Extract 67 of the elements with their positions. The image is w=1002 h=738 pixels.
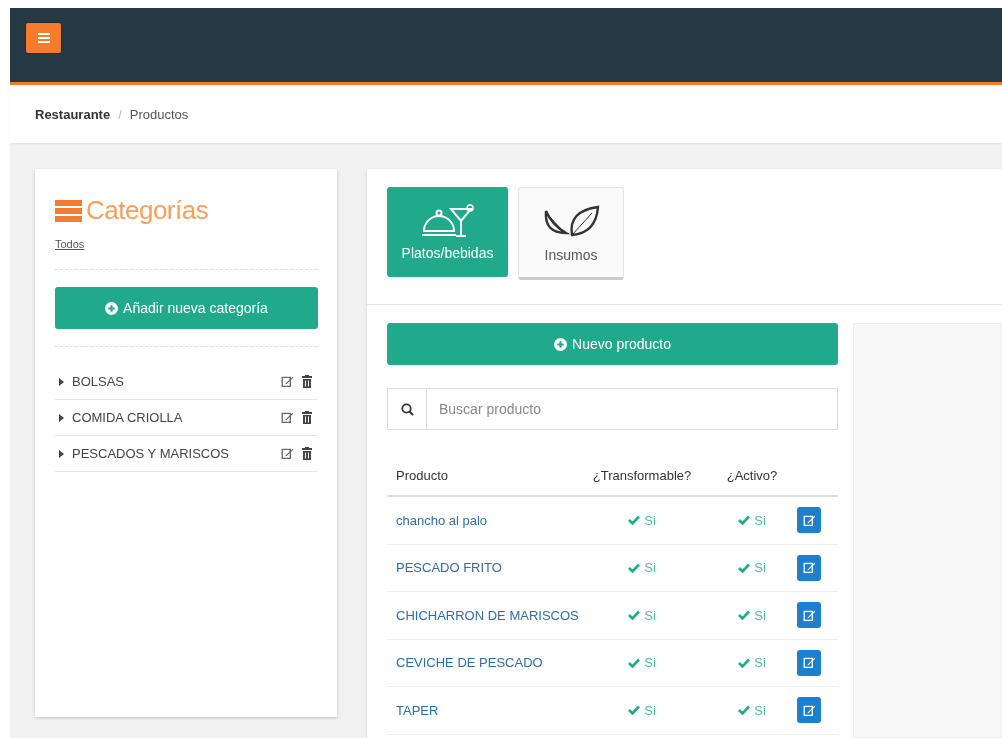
category-name[interactable]: COMIDA CRIOLLA <box>72 410 273 425</box>
status-label: Si <box>577 512 707 528</box>
status-label: Si <box>577 702 707 718</box>
trash-icon[interactable] <box>302 411 312 424</box>
check-icon <box>738 562 751 573</box>
check-icon <box>738 515 751 526</box>
check-icon <box>738 610 751 621</box>
product-link[interactable]: CEVICHE DE PESCADO <box>387 655 577 671</box>
caret-right-icon[interactable] <box>59 413 64 422</box>
edit-button[interactable] <box>797 697 821 724</box>
check-icon <box>628 515 641 526</box>
status-label: Si <box>577 560 707 576</box>
edit-button[interactable] <box>797 602 821 629</box>
category-name[interactable]: BOLSAS <box>72 374 273 389</box>
caret-right-icon[interactable] <box>59 449 64 458</box>
check-icon <box>628 610 641 621</box>
product-link[interactable]: PESCADO FRITO <box>387 560 577 576</box>
edit-button[interactable] <box>797 507 821 534</box>
edit-icon[interactable] <box>802 608 816 622</box>
check-icon <box>738 657 751 668</box>
breadcrumb-item: Productos <box>129 106 189 122</box>
status-label: Si <box>707 560 797 576</box>
breadcrumb-item[interactable]: Restaurante <box>35 106 111 122</box>
status-label: Si <box>707 512 797 528</box>
trash-icon[interactable] <box>302 375 312 388</box>
status-label: Si <box>707 702 797 718</box>
edit-button[interactable] <box>797 554 821 581</box>
edit-icon[interactable] <box>281 411 294 424</box>
check-icon <box>738 705 751 716</box>
edit-button[interactable] <box>797 649 821 676</box>
edit-icon[interactable] <box>802 561 816 575</box>
search-icon <box>400 402 414 416</box>
new-product-button[interactable]: Nuevo producto <box>387 323 838 365</box>
all-link[interactable]: Todos <box>55 238 85 250</box>
edit-icon[interactable] <box>802 513 816 527</box>
plus-circle-icon <box>105 301 119 315</box>
column-header: Producto <box>395 468 450 483</box>
category-name[interactable]: PESCADOS Y MARISCOS <box>72 446 273 461</box>
breadcrumb-separator: / <box>118 106 122 122</box>
edit-icon[interactable] <box>281 447 294 460</box>
column-header: ¿Transformable? <box>591 468 693 483</box>
categories-title: Categorías <box>86 195 209 226</box>
category-tab[interactable]: Platos/bebidas <box>387 187 508 277</box>
status-label: Si <box>707 655 797 671</box>
status-label: Si <box>707 607 797 623</box>
search-box[interactable]: Buscar producto <box>387 388 838 430</box>
cloche-cocktail-icon <box>420 203 475 237</box>
trash-icon[interactable] <box>302 447 312 460</box>
edit-icon[interactable] <box>802 656 816 670</box>
product-link[interactable]: CHICHARRON DE MARISCOS <box>387 607 577 623</box>
menu-icon <box>37 33 50 43</box>
column-header: ¿Activo? <box>725 468 779 483</box>
plus-circle-icon <box>554 337 568 351</box>
check-icon <box>628 562 641 573</box>
check-icon <box>628 657 641 668</box>
product-link[interactable]: TAPER <box>387 702 577 718</box>
list-icon <box>55 199 82 222</box>
caret-right-icon[interactable] <box>59 377 64 386</box>
add-category-button[interactable]: Añadir nueva categoría <box>55 287 318 329</box>
menu-button[interactable] <box>25 22 62 54</box>
edit-icon[interactable] <box>281 375 294 388</box>
check-icon <box>628 705 641 716</box>
status-label: Si <box>577 655 707 671</box>
edit-icon[interactable] <box>802 703 816 717</box>
category-tab[interactable]: Insumos <box>518 187 624 280</box>
product-link[interactable]: chancho al palo <box>387 512 577 528</box>
status-label: Si <box>577 607 707 623</box>
